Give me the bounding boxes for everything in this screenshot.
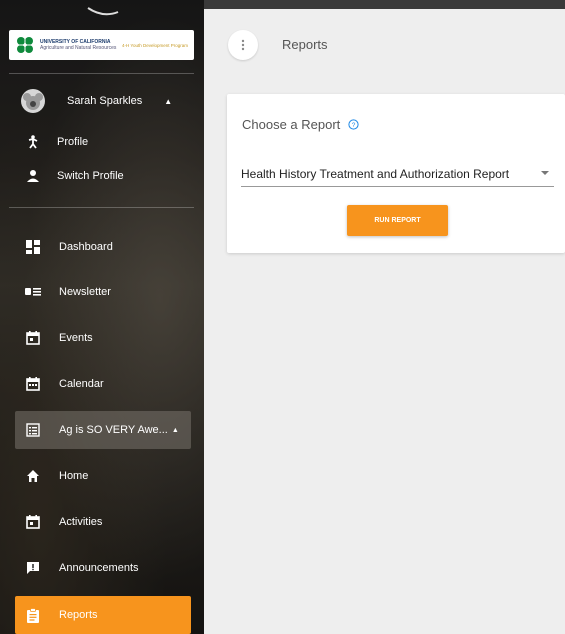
run-report-button[interactable]: RUN REPORT <box>347 205 448 236</box>
logo-division-text: Agriculture and Natural Resources <box>40 45 117 51</box>
profile-label: Profile <box>57 136 89 148</box>
nav-item-calendar[interactable]: Calendar <box>15 365 191 403</box>
card-title: Choose a Report <box>242 117 341 132</box>
clover-logo-icon <box>14 36 36 54</box>
org-logo[interactable]: UNIVERSITY OF CALIFORNIA Agriculture and… <box>9 30 194 60</box>
page-title: Reports <box>282 37 328 52</box>
help-icon[interactable]: ? <box>348 119 359 130</box>
profile-menu-item[interactable]: Profile <box>0 130 204 154</box>
vertical-dots-icon <box>241 39 245 51</box>
caret-up-icon: ▲ <box>164 96 173 106</box>
more-options-button[interactable] <box>228 30 258 60</box>
nav-item-newsletter[interactable]: Newsletter <box>15 273 191 311</box>
dashboard-icon <box>25 239 41 255</box>
person-walking-icon <box>26 135 40 149</box>
nav-label: Activities <box>59 516 103 528</box>
announcement-icon <box>25 560 41 576</box>
nav-item-group-toggle[interactable]: Ag is SO VERY Awe... ▲ <box>15 411 191 449</box>
nav-label: Newsletter <box>59 286 111 298</box>
nav-item-dashboard[interactable]: Dashboard <box>15 228 191 266</box>
newsletter-icon <box>25 284 41 300</box>
sidebar: UNIVERSITY OF CALIFORNIA Agriculture and… <box>0 0 204 634</box>
person-icon <box>26 169 40 183</box>
switch-profile-menu-item[interactable]: Switch Profile <box>0 164 204 188</box>
calendar-event-icon <box>25 514 41 530</box>
nav-item-events[interactable]: Events <box>15 319 191 357</box>
report-select-value: Health History Treatment and Authorizati… <box>241 167 510 181</box>
logo-program-text: 4-H Youth Development Program <box>122 42 189 48</box>
nav-item-home[interactable]: Home <box>15 457 191 495</box>
calendar-event-icon <box>25 330 41 346</box>
caret-up-icon: ▲ <box>171 426 179 434</box>
nav-label: Dashboard <box>59 241 113 253</box>
nav-item-activities[interactable]: Activities <box>15 503 191 541</box>
user-menu-toggle[interactable]: Sarah Sparkles ▲ <box>0 86 204 116</box>
list-box-icon <box>25 422 41 438</box>
calendar-icon <box>25 376 41 392</box>
nav-group-label: Ag is SO VERY Awe... <box>59 424 168 436</box>
nav-item-reports[interactable]: Reports <box>15 596 191 634</box>
report-select[interactable]: Health History Treatment and Authorizati… <box>241 162 554 187</box>
sidebar-toggle-icon[interactable] <box>86 6 120 20</box>
avatar <box>21 89 45 113</box>
nav-item-announcements[interactable]: Announcements <box>15 549 191 587</box>
switch-profile-label: Switch Profile <box>57 170 124 182</box>
report-card: Choose a Report ? Health History Treatme… <box>227 94 565 253</box>
home-icon <box>25 468 41 484</box>
nav-label: Reports <box>59 609 98 621</box>
user-name: Sarah Sparkles <box>67 95 143 107</box>
clipboard-icon <box>25 607 41 623</box>
sidebar-divider <box>9 73 194 74</box>
nav-label: Announcements <box>59 562 139 574</box>
svg-text:?: ? <box>352 122 356 129</box>
nav-label: Home <box>59 470 89 482</box>
sidebar-divider <box>9 207 194 208</box>
nav-label: Calendar <box>59 378 104 390</box>
dropdown-arrow-icon <box>541 171 549 175</box>
nav-label: Events <box>59 332 93 344</box>
